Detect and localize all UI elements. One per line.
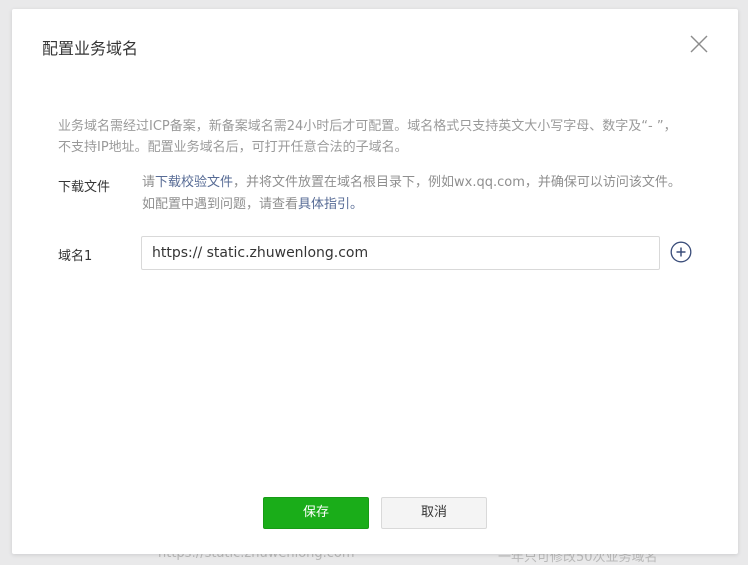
domain-rules-notice: 业务域名需经过ICP备案，新备案域名需24小时后才可配置。域名格式只支持英文大小… — [58, 119, 677, 155]
download-file-label: 下载文件 — [58, 180, 111, 195]
plus-circle-icon[interactable] — [670, 241, 692, 263]
download-file-description: 请下载校验文件，并将文件放置在域名根目录下，例如wx.qq.com，并确保可以访… — [142, 172, 692, 216]
dialog-title: 配置业务域名 — [42, 39, 139, 58]
save-button[interactable]: 保存 — [263, 497, 369, 529]
guide-link[interactable]: 具体指引。 — [298, 197, 363, 212]
close-icon[interactable] — [686, 31, 712, 57]
download-desc-prefix: 请 — [142, 175, 156, 190]
download-verification-file-link[interactable]: 下载校验文件 — [155, 175, 233, 190]
domain-1-label: 域名1 — [58, 249, 93, 264]
cancel-button[interactable]: 取消 — [381, 497, 487, 529]
domain-1-input[interactable] — [141, 236, 660, 270]
configure-domain-dialog: 配置业务域名 业务域名需经过ICP备案，新备案域名需24小时后才可配置。域名格式… — [12, 9, 738, 554]
